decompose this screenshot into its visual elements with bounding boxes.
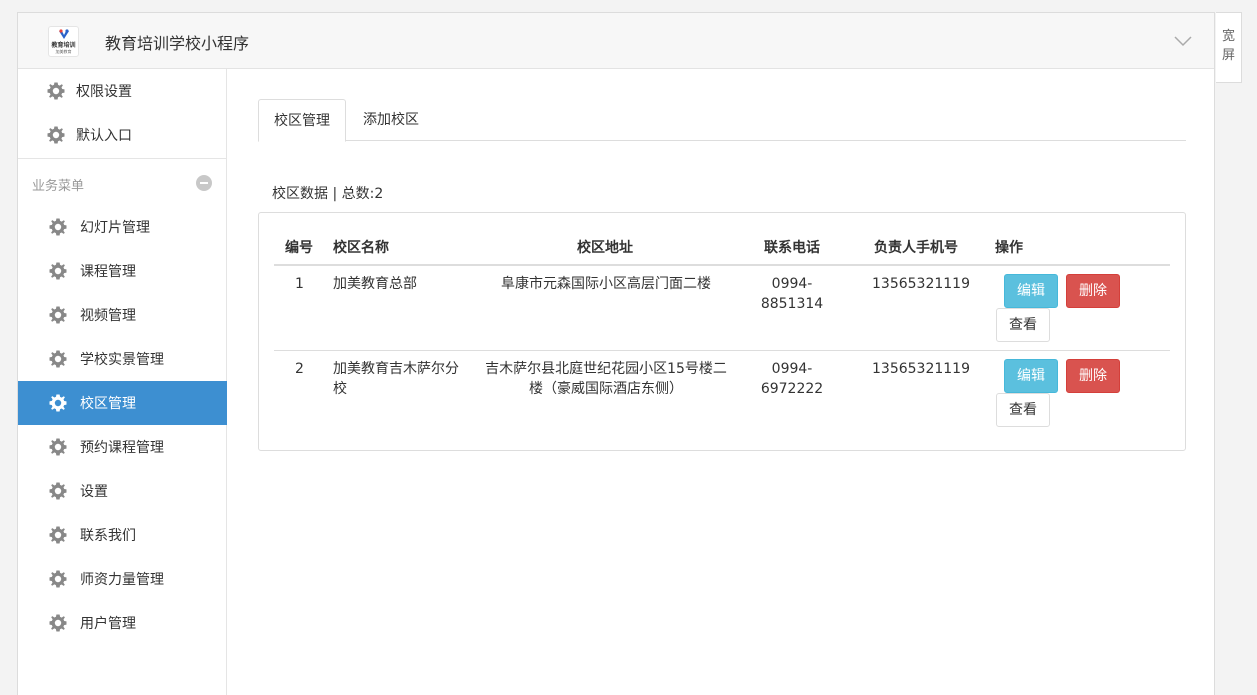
cell-address: 吉木萨尔县北庭世纪花园小区15号楼二 楼（豪威国际酒店东侧）: [481, 359, 731, 399]
widescreen-label-line2: 屏: [1221, 48, 1235, 63]
sidebar-item-label: 默认入口: [76, 128, 132, 144]
cell-phone-line1: 0994-: [771, 361, 813, 377]
delete-button[interactable]: 删除: [1066, 274, 1120, 308]
sidebar-item-permissions[interactable]: 权限设置: [18, 69, 227, 113]
logo-text: 教育培训: [51, 42, 76, 49]
sidebar-item-label: 幻灯片管理: [80, 220, 150, 236]
sidebar-item-users[interactable]: 用户管理: [18, 601, 227, 645]
cell-mobile: 13565321119: [872, 276, 970, 292]
app-title: 教育培训学校小程序: [105, 34, 250, 53]
gear-icon: [49, 394, 67, 412]
cell-address-line1: 吉木萨尔县北庭世纪花园小区15号楼二: [485, 361, 727, 377]
tab-add-campus[interactable]: 添加校区: [348, 99, 434, 141]
app-frame: 教育培训 加美教育 教育培训学校小程序 权限设置 默认入口 业务菜单 幻灯片管理…: [17, 12, 1215, 695]
collapse-icon[interactable]: [196, 175, 212, 191]
cell-mobile: 13565321119: [872, 361, 970, 377]
sidebar-item-teachers[interactable]: 师资力量管理: [18, 557, 227, 601]
sidebar-item-school-scenes[interactable]: 学校实景管理: [18, 337, 227, 381]
campus-table: 编号 校区名称 校区地址 联系电话 负责人手机号 操作 1 加美教育总部 阜康市…: [258, 212, 1186, 451]
sidebar-item-label: 师资力量管理: [80, 572, 164, 588]
column-header-address: 校区地址: [577, 240, 633, 256]
app-logo: 教育培训 加美教育: [48, 26, 79, 57]
sidebar: 权限设置 默认入口 业务菜单 幻灯片管理 课程管理 视频管理 学校实景管理 校区…: [18, 69, 227, 695]
cell-phone: 0994- 8851314: [759, 274, 825, 314]
gear-icon: [49, 570, 67, 588]
sidebar-group-label: 业务菜单: [32, 179, 85, 194]
table-header-divider: [274, 264, 1170, 266]
tab-bar: 校区管理 添加校区: [258, 99, 1186, 142]
gear-icon: [49, 262, 67, 280]
column-header-mobile: 负责人手机号: [874, 240, 958, 256]
cell-phone-line2: 8851314: [760, 296, 824, 312]
column-header-actions: 操作: [995, 240, 1023, 256]
cell-id: 1: [295, 276, 304, 292]
sidebar-item-label: 权限设置: [76, 84, 132, 100]
cell-name-line1: 加美教育吉木萨尔分: [333, 361, 459, 377]
chevron-down-icon[interactable]: [1172, 30, 1194, 52]
column-header-id: 编号: [285, 240, 313, 256]
row-divider: [274, 350, 1170, 351]
gear-icon: [47, 126, 65, 144]
cell-name: 加美教育吉木萨尔分 校: [333, 359, 459, 399]
cell-phone-line1: 0994-: [771, 276, 813, 292]
cell-address: 阜康市元森国际小区高层门面二楼: [501, 276, 711, 292]
tab-campus-management[interactable]: 校区管理: [258, 99, 346, 142]
sidebar-item-default-entry[interactable]: 默认入口: [18, 113, 227, 157]
logo-subtext: 加美教育: [55, 49, 72, 54]
edit-button[interactable]: 编辑: [1004, 359, 1058, 393]
edit-button[interactable]: 编辑: [1004, 274, 1058, 308]
delete-button[interactable]: 删除: [1066, 359, 1120, 393]
cell-name: 加美教育总部: [333, 276, 417, 292]
sidebar-item-label: 用户管理: [80, 616, 136, 632]
cell-phone: 0994- 6972222: [759, 359, 825, 399]
sidebar-item-contact[interactable]: 联系我们: [18, 513, 227, 557]
column-header-phone: 联系电话: [764, 240, 820, 256]
sidebar-item-label: 设置: [80, 484, 108, 500]
column-header-name: 校区名称: [333, 240, 389, 256]
gear-icon: [47, 82, 65, 100]
view-button[interactable]: 查看: [996, 393, 1050, 427]
cell-name-line2: 校: [333, 381, 347, 397]
sidebar-item-label: 学校实景管理: [80, 352, 164, 368]
sidebar-item-label: 课程管理: [80, 264, 136, 280]
sidebar-divider: [18, 158, 227, 159]
cell-address-line2: 楼（豪威国际酒店东侧）: [529, 381, 683, 397]
cell-id: 2: [295, 361, 304, 377]
sidebar-item-label: 预约课程管理: [80, 440, 164, 456]
sidebar-item-videos[interactable]: 视频管理: [18, 293, 227, 337]
gear-icon: [49, 306, 67, 324]
sidebar-item-label: 视频管理: [80, 308, 136, 324]
sidebar-item-courses[interactable]: 课程管理: [18, 249, 227, 293]
view-button[interactable]: 查看: [996, 308, 1050, 342]
header-bar: 教育培训 加美教育 教育培训学校小程序: [18, 13, 1214, 69]
data-summary: 校区数据 | 总数:2: [272, 186, 384, 202]
sidebar-item-settings[interactable]: 设置: [18, 469, 227, 513]
cell-phone-line2: 6972222: [760, 381, 824, 397]
sidebar-item-bookings[interactable]: 预约课程管理: [18, 425, 227, 469]
gear-icon: [49, 614, 67, 632]
widescreen-label-line1: 宽: [1221, 29, 1235, 44]
sidebar-item-campus[interactable]: 校区管理: [18, 381, 227, 425]
sidebar-item-slides[interactable]: 幻灯片管理: [18, 205, 227, 249]
sidebar-item-label: 联系我们: [80, 528, 136, 544]
gear-icon: [49, 438, 67, 456]
sidebar-item-label: 校区管理: [80, 396, 136, 412]
gear-icon: [49, 482, 67, 500]
main-content: 校区管理 添加校区 校区数据 | 总数:2 编号 校区名称 校区地址 联系电话 …: [228, 69, 1215, 695]
gear-icon: [49, 350, 67, 368]
gear-icon: [49, 218, 67, 236]
gear-icon: [49, 526, 67, 544]
widescreen-toggle[interactable]: 宽 屏: [1216, 12, 1242, 83]
logo-mark-icon: [59, 29, 69, 39]
